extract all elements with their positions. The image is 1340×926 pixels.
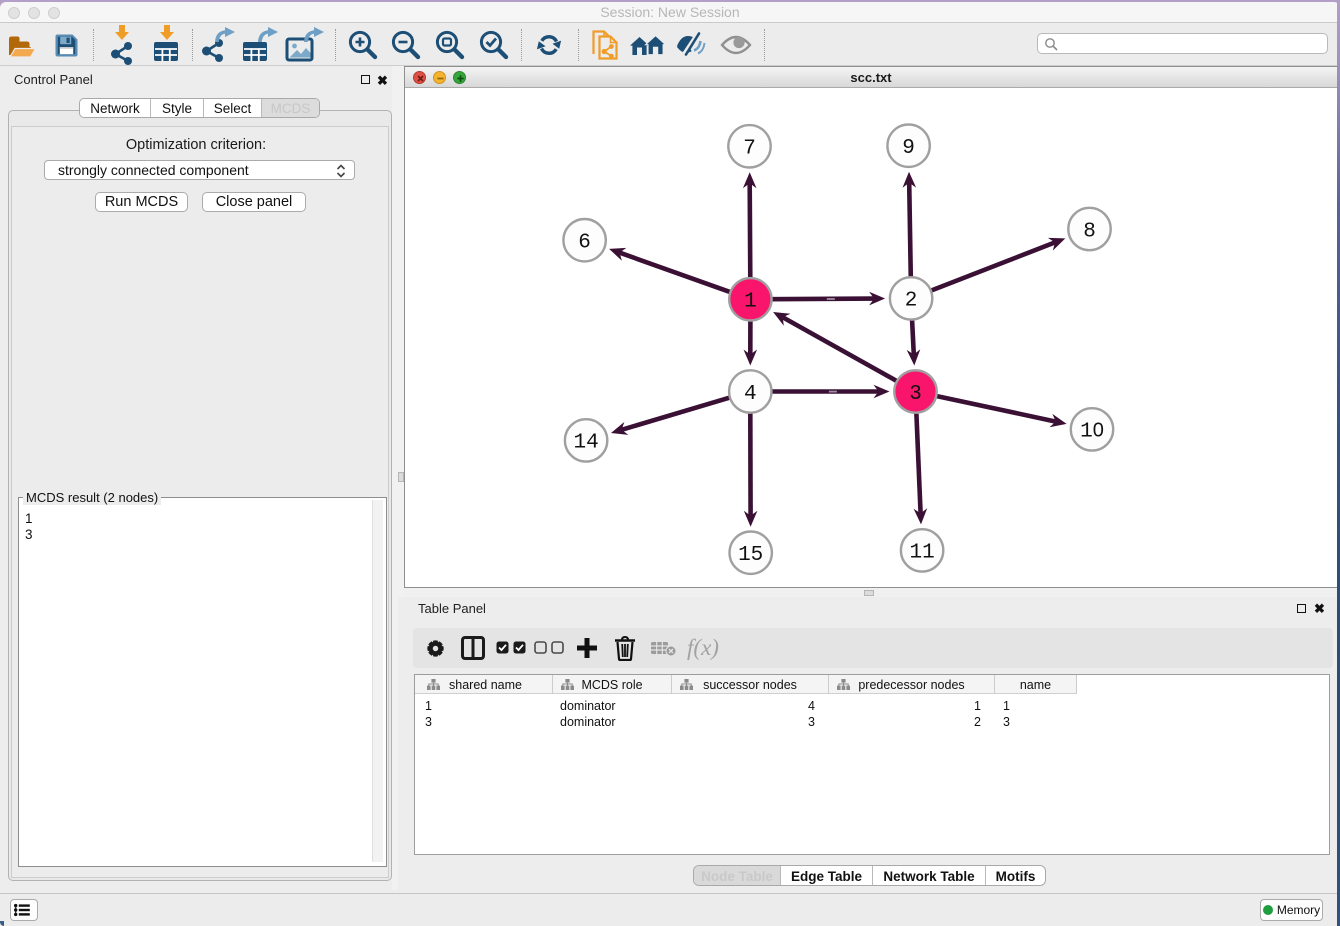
svg-text:7: 7 bbox=[743, 138, 756, 161]
svg-text:3: 3 bbox=[909, 383, 922, 406]
svg-text:8: 8 bbox=[1083, 220, 1096, 243]
svg-text:14: 14 bbox=[573, 432, 598, 455]
svg-text:11: 11 bbox=[909, 542, 934, 565]
svg-text:4: 4 bbox=[744, 383, 757, 406]
svg-text:15: 15 bbox=[738, 544, 763, 567]
svg-text:6: 6 bbox=[578, 232, 591, 255]
svg-text:10: 10 bbox=[1080, 420, 1104, 444]
svg-text:9: 9 bbox=[902, 137, 915, 160]
svg-text:1: 1 bbox=[744, 291, 757, 314]
svg-text:2: 2 bbox=[905, 290, 918, 313]
